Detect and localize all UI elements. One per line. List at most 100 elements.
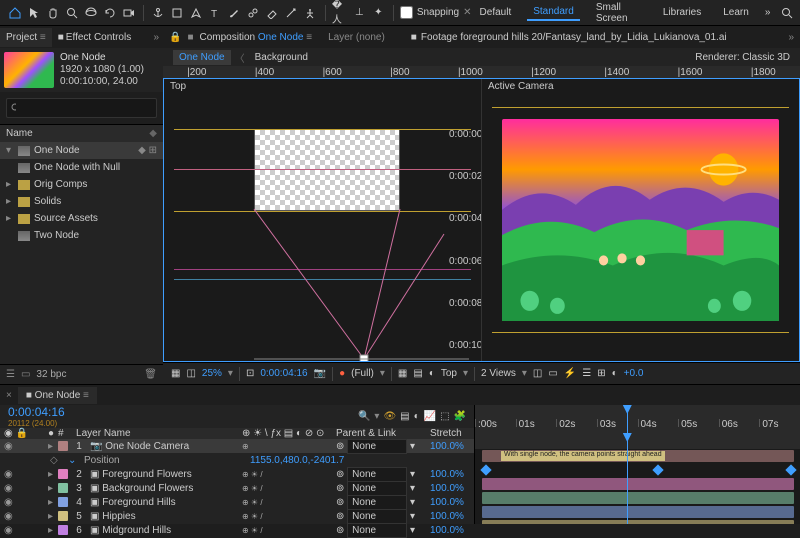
channel-icon[interactable]: ●: [339, 368, 345, 379]
workspace-learn[interactable]: Learn: [717, 5, 755, 20]
hand-tool-icon[interactable]: [44, 4, 61, 22]
project-item[interactable]: One Node with Null: [0, 159, 163, 176]
trash-icon[interactable]: 🗑: [144, 369, 157, 380]
shape-tool-icon[interactable]: [169, 4, 186, 22]
alpha-icon[interactable]: ◫: [186, 368, 195, 379]
track-row[interactable]: With single node, the camera points stra…: [475, 449, 800, 463]
brush-tool-icon[interactable]: [226, 4, 243, 22]
eye-col-icon[interactable]: ◉: [4, 428, 13, 439]
lock-col-icon[interactable]: 🔒: [16, 428, 28, 439]
project-item[interactable]: ▸Orig Comps: [0, 176, 163, 193]
project-item[interactable]: ▸Solids: [0, 193, 163, 210]
puppet-tool-icon[interactable]: [302, 4, 319, 22]
grid-icon[interactable]: ▦: [398, 368, 407, 379]
axis-world-icon[interactable]: ⊥: [351, 4, 368, 22]
zoom-tool-icon[interactable]: [63, 4, 80, 22]
text-tool-icon[interactable]: T: [207, 4, 224, 22]
clone-tool-icon[interactable]: [245, 4, 262, 22]
col-layer-name[interactable]: Layer Name: [76, 428, 238, 439]
snapshot-icon[interactable]: 📷: [314, 368, 326, 379]
keyframe[interactable]: [652, 464, 663, 475]
motion-blur-icon[interactable]: ◐: [414, 411, 420, 422]
current-time-indicator[interactable]: [627, 405, 628, 433]
timeline-layer[interactable]: ◉▸5▣ Hippies⊕ ☀ /⊚ None ▾100.0%: [0, 509, 474, 523]
viewer-active-camera[interactable]: Active Camera: [482, 79, 799, 361]
comp-panel-menu-icon[interactable]: »: [788, 32, 794, 43]
track-row[interactable]: [475, 505, 800, 519]
project-search-input[interactable]: [20, 103, 152, 114]
comp-tab[interactable]: Composition One Node ≡: [200, 32, 313, 43]
timeline-tab[interactable]: ■ One Node ≡: [18, 387, 97, 404]
col-name-header[interactable]: Name: [6, 128, 33, 139]
tab-effect-controls[interactable]: ■Effect Controls: [52, 28, 137, 47]
exposure-reset-icon[interactable]: ◐: [612, 368, 618, 379]
project-search[interactable]: [6, 98, 157, 118]
keyframe-row[interactable]: [475, 463, 800, 477]
eraser-tool-icon[interactable]: [264, 4, 281, 22]
interpret-icon[interactable]: ☰: [6, 369, 15, 380]
keyframe[interactable]: [785, 464, 796, 475]
guides-icon[interactable]: ▤: [413, 368, 422, 379]
graph-editor-icon[interactable]: 📈: [424, 411, 436, 422]
footage-tab[interactable]: ■Footage foreground hills 20/Fantasy_lan…: [411, 32, 727, 43]
rotate-tool-icon[interactable]: [101, 4, 118, 22]
axis-view-icon[interactable]: ✦: [370, 4, 387, 22]
3d-view-dropdown[interactable]: Top: [441, 368, 457, 379]
search-icon[interactable]: [780, 4, 794, 22]
camera-tool-icon[interactable]: [120, 4, 137, 22]
comp-markers-icon[interactable]: ▾: [374, 411, 379, 422]
timeline-layer[interactable]: ◉▸1📷 One Node Camera⊕⊚ None ▾100.0%: [0, 439, 474, 453]
timeline-layer[interactable]: ◉▸3▣ Background Flowers⊕ ☀ /⊚ None ▾100.…: [0, 481, 474, 495]
timeline-layer[interactable]: ◉▸2▣ Foreground Flowers⊕ ☀ /⊚ None ▾100.…: [0, 467, 474, 481]
selection-tool-icon[interactable]: [25, 4, 42, 22]
anchor-tool-icon[interactable]: [150, 4, 167, 22]
current-time[interactable]: 0:00:04:16: [8, 405, 65, 419]
view-layout-icon[interactable]: ◫: [533, 368, 542, 379]
draft-3d-icon[interactable]: ⬚: [440, 411, 449, 422]
col-stretch[interactable]: Stretch: [430, 428, 470, 439]
layer-bounds[interactable]: [254, 129, 400, 211]
brain-icon[interactable]: 🧩: [454, 411, 466, 422]
home-icon[interactable]: [6, 4, 23, 22]
res-icon[interactable]: ▦: [171, 368, 180, 379]
project-item[interactable]: ▸Source Assets: [0, 210, 163, 227]
tl-search-icon[interactable]: 🔍: [358, 411, 370, 422]
shy-icon[interactable]: 👁: [383, 411, 396, 422]
fast-preview-icon[interactable]: ⚡: [564, 368, 576, 379]
num-views-dropdown[interactable]: 2 Views: [481, 368, 516, 379]
col-label-icon[interactable]: ◆: [149, 128, 157, 139]
panel-menu-icon[interactable]: »: [149, 32, 163, 43]
time-ruler[interactable]: :00s01s02s03s04s05s06s07s: [475, 405, 800, 433]
tab-project[interactable]: Project ≡: [0, 28, 52, 47]
layer-property-position[interactable]: ◇⌄Position1155.0,480.0,-2401.7: [0, 453, 474, 467]
frame-blend-icon[interactable]: ▤: [400, 411, 409, 422]
orbit-tool-icon[interactable]: [82, 4, 99, 22]
workspace-default[interactable]: Default: [474, 5, 518, 20]
track-row[interactable]: [475, 491, 800, 505]
pixel-aspect-icon[interactable]: ▭: [548, 368, 557, 379]
mask-icon[interactable]: ◐: [429, 368, 435, 379]
exposure-value[interactable]: +0.0: [624, 368, 644, 379]
new-folder-icon[interactable]: ▭: [21, 369, 30, 380]
comp-lock-icon[interactable]: 🔒: [169, 32, 181, 43]
renderer-dropdown[interactable]: Classic 3D: [742, 52, 790, 63]
project-item[interactable]: ▾One Node◆ ⊞: [0, 142, 163, 159]
snapping-checkbox[interactable]: [400, 6, 413, 19]
project-item[interactable]: Two Node: [0, 227, 163, 244]
keyframe[interactable]: [480, 464, 491, 475]
pen-tool-icon[interactable]: [188, 4, 205, 22]
crumb-background[interactable]: Background: [249, 50, 314, 65]
workspace-more-icon[interactable]: »: [765, 7, 771, 18]
resolution-dropdown[interactable]: (Full): [351, 368, 374, 379]
timeline-layer[interactable]: ◉▸4▣ Foreground Hills⊕ ☀ /⊚ None ▾100.0%: [0, 495, 474, 509]
label-col-icon[interactable]: ●: [48, 428, 54, 439]
roto-tool-icon[interactable]: [283, 4, 300, 22]
zoom-dropdown[interactable]: 25%: [202, 368, 222, 379]
col-parent[interactable]: Parent & Link: [336, 428, 426, 439]
workspace-small[interactable]: Small Screen: [590, 0, 647, 26]
viewer-top[interactable]: Top 0:00:00:000:00:02:000:00:04:000:00:0…: [164, 79, 482, 361]
layer-marker[interactable]: With single node, the camera points stra…: [501, 451, 665, 461]
timeline-layer[interactable]: ◉▸6▣ Midground Hills⊕ ☀ /⊚ None ▾100.0%: [0, 523, 474, 537]
track-row[interactable]: [475, 477, 800, 491]
col-number[interactable]: #: [58, 428, 72, 439]
